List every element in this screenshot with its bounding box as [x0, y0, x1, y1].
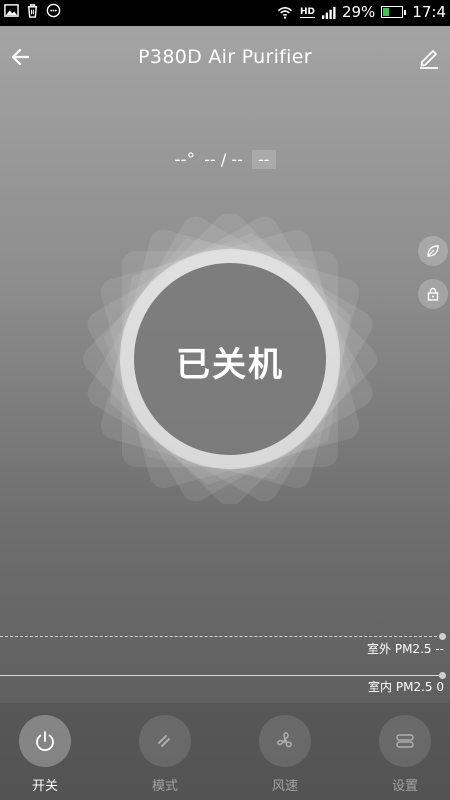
mode-icon [158, 735, 170, 747]
tab-power[interactable]: 开关 [17, 715, 73, 794]
mode-button[interactable] [139, 715, 191, 767]
battery-percent: 29% [341, 3, 376, 21]
leaf-icon [427, 245, 439, 257]
settings-icon [396, 734, 414, 748]
trash-icon [27, 4, 38, 18]
device-status-ring[interactable]: 已关机 [75, 214, 385, 504]
tab-power-label: 开关 [31, 779, 58, 794]
tab-mode-label: 模式 [151, 779, 178, 794]
environment-readings: --° -- / -- -- [0, 150, 450, 170]
humidity-reading: -- / -- [204, 150, 243, 169]
fan-icon [277, 732, 292, 748]
indoor-pm-label: 室内 PM2.5 0 [368, 680, 444, 694]
network-type: HD [299, 6, 315, 18]
power-icon [36, 731, 54, 752]
settings-button[interactable] [379, 715, 431, 767]
edit-button[interactable] [416, 44, 442, 70]
outdoor-pm-label: 室外 PM2.5 -- [367, 642, 444, 656]
tab-settings[interactable]: 设置 [377, 715, 433, 794]
bottom-control-bar: 开关 模式 风速 设置 [0, 703, 450, 800]
indoor-pm-line [0, 675, 442, 676]
tab-fan-speed[interactable]: 风速 [257, 715, 313, 794]
power-state-text: 已关机 [176, 345, 284, 385]
status-left-icons [4, 3, 61, 18]
outdoor-pm-dot [439, 633, 446, 640]
temperature-reading: --° [174, 150, 196, 170]
battery-icon [381, 6, 407, 18]
image-icon [4, 4, 19, 17]
power-button[interactable] [19, 715, 71, 767]
outdoor-pm-line [0, 636, 442, 637]
clock: 17:4 [412, 3, 446, 21]
eco-button[interactable] [418, 236, 448, 266]
signal-icon [321, 6, 336, 19]
tab-settings-label: 设置 [391, 779, 418, 794]
pencil-icon [420, 50, 438, 69]
status-right-icons: HD 29% 17:4 [276, 3, 446, 21]
fan-speed-button[interactable] [259, 715, 311, 767]
child-lock-button[interactable] [418, 279, 448, 309]
chat-icon [46, 3, 61, 18]
lock-icon [427, 287, 439, 301]
status-bar: HD 29% 17:4 [0, 0, 450, 26]
wifi-icon [277, 6, 293, 19]
app-bar: P380D Air Purifier [0, 26, 450, 88]
page-title: P380D Air Purifier [138, 46, 312, 68]
tab-fan-speed-label: 风速 [271, 779, 298, 794]
extra-reading: -- [252, 150, 276, 169]
tab-mode[interactable]: 模式 [137, 715, 193, 794]
